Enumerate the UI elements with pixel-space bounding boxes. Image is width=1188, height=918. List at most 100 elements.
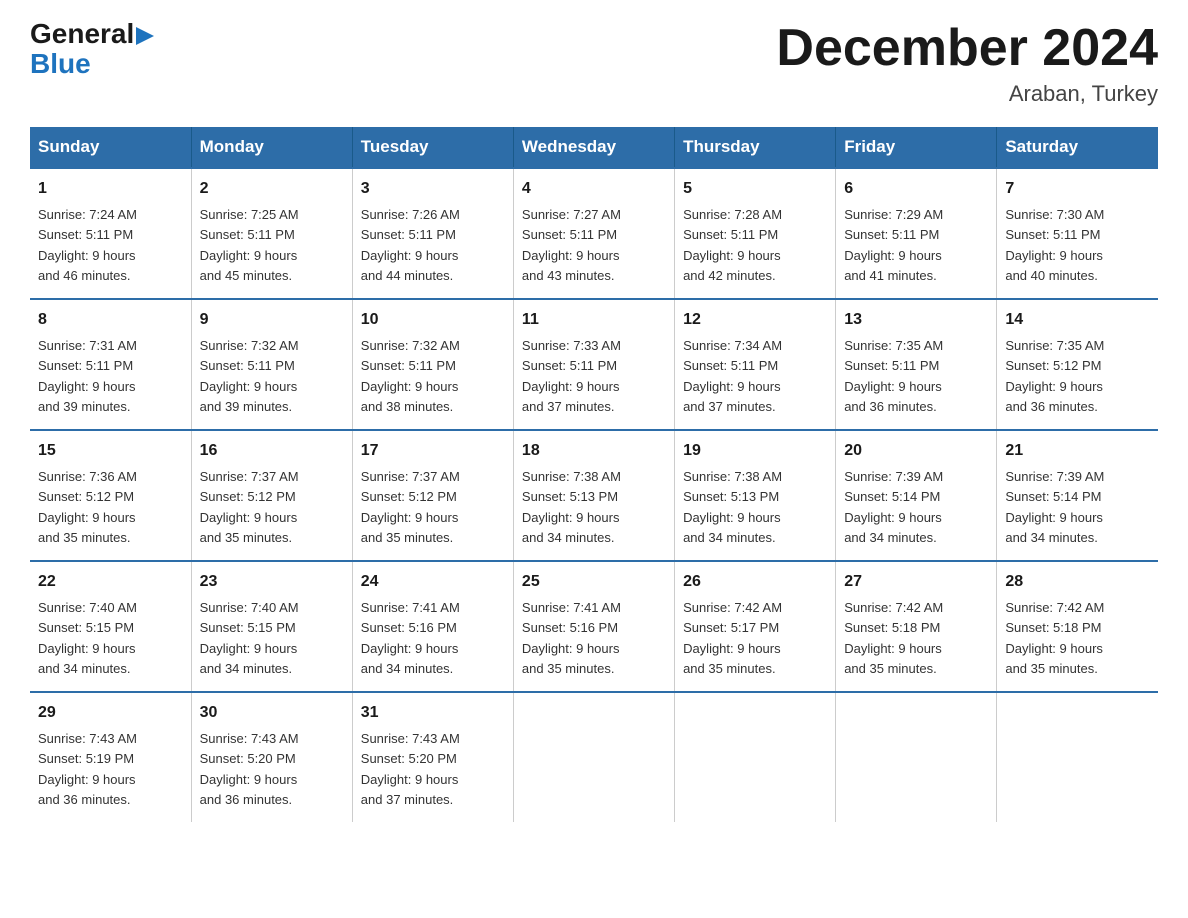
table-row: 30 Sunrise: 7:43 AMSunset: 5:20 PMDaylig… (191, 692, 352, 822)
day-number: 14 (1005, 308, 1150, 332)
table-row: 26 Sunrise: 7:42 AMSunset: 5:17 PMDaylig… (675, 561, 836, 692)
day-number: 17 (361, 439, 505, 463)
table-row: 31 Sunrise: 7:43 AMSunset: 5:20 PMDaylig… (352, 692, 513, 822)
day-number: 3 (361, 177, 505, 201)
table-row: 11 Sunrise: 7:33 AMSunset: 5:11 PMDaylig… (513, 299, 674, 430)
table-row (513, 692, 674, 822)
day-info: Sunrise: 7:42 AMSunset: 5:17 PMDaylight:… (683, 600, 782, 676)
table-row: 25 Sunrise: 7:41 AMSunset: 5:16 PMDaylig… (513, 561, 674, 692)
day-number: 30 (200, 701, 344, 725)
day-info: Sunrise: 7:31 AMSunset: 5:11 PMDaylight:… (38, 338, 137, 414)
day-number: 25 (522, 570, 666, 594)
table-row: 27 Sunrise: 7:42 AMSunset: 5:18 PMDaylig… (836, 561, 997, 692)
col-wednesday: Wednesday (513, 127, 674, 168)
table-row: 23 Sunrise: 7:40 AMSunset: 5:15 PMDaylig… (191, 561, 352, 692)
col-friday: Friday (836, 127, 997, 168)
table-row: 7 Sunrise: 7:30 AMSunset: 5:11 PMDayligh… (997, 168, 1158, 299)
table-row: 21 Sunrise: 7:39 AMSunset: 5:14 PMDaylig… (997, 430, 1158, 561)
table-row: 2 Sunrise: 7:25 AMSunset: 5:11 PMDayligh… (191, 168, 352, 299)
col-tuesday: Tuesday (352, 127, 513, 168)
day-number: 29 (38, 701, 183, 725)
table-row: 28 Sunrise: 7:42 AMSunset: 5:18 PMDaylig… (997, 561, 1158, 692)
day-number: 8 (38, 308, 183, 332)
day-info: Sunrise: 7:43 AMSunset: 5:20 PMDaylight:… (361, 731, 460, 807)
table-row: 12 Sunrise: 7:34 AMSunset: 5:11 PMDaylig… (675, 299, 836, 430)
col-sunday: Sunday (30, 127, 191, 168)
table-row: 13 Sunrise: 7:35 AMSunset: 5:11 PMDaylig… (836, 299, 997, 430)
day-info: Sunrise: 7:43 AMSunset: 5:19 PMDaylight:… (38, 731, 137, 807)
table-row (675, 692, 836, 822)
table-row: 20 Sunrise: 7:39 AMSunset: 5:14 PMDaylig… (836, 430, 997, 561)
table-row: 18 Sunrise: 7:38 AMSunset: 5:13 PMDaylig… (513, 430, 674, 561)
day-number: 31 (361, 701, 505, 725)
day-number: 19 (683, 439, 827, 463)
day-number: 20 (844, 439, 988, 463)
calendar-week-row: 29 Sunrise: 7:43 AMSunset: 5:19 PMDaylig… (30, 692, 1158, 822)
day-info: Sunrise: 7:38 AMSunset: 5:13 PMDaylight:… (683, 469, 782, 545)
table-row: 24 Sunrise: 7:41 AMSunset: 5:16 PMDaylig… (352, 561, 513, 692)
day-info: Sunrise: 7:39 AMSunset: 5:14 PMDaylight:… (1005, 469, 1104, 545)
day-number: 2 (200, 177, 344, 201)
day-number: 28 (1005, 570, 1150, 594)
table-row: 1 Sunrise: 7:24 AMSunset: 5:11 PMDayligh… (30, 168, 191, 299)
table-row (997, 692, 1158, 822)
day-info: Sunrise: 7:34 AMSunset: 5:11 PMDaylight:… (683, 338, 782, 414)
day-info: Sunrise: 7:29 AMSunset: 5:11 PMDaylight:… (844, 207, 943, 283)
table-row: 29 Sunrise: 7:43 AMSunset: 5:19 PMDaylig… (30, 692, 191, 822)
table-row: 9 Sunrise: 7:32 AMSunset: 5:11 PMDayligh… (191, 299, 352, 430)
day-info: Sunrise: 7:37 AMSunset: 5:12 PMDaylight:… (200, 469, 299, 545)
day-number: 21 (1005, 439, 1150, 463)
day-number: 15 (38, 439, 183, 463)
day-number: 16 (200, 439, 344, 463)
day-number: 22 (38, 570, 183, 594)
calendar-week-row: 8 Sunrise: 7:31 AMSunset: 5:11 PMDayligh… (30, 299, 1158, 430)
location-text: Araban, Turkey (776, 81, 1158, 107)
day-info: Sunrise: 7:37 AMSunset: 5:12 PMDaylight:… (361, 469, 460, 545)
title-block: December 2024 Araban, Turkey (776, 20, 1158, 107)
logo-general-text: General (30, 20, 154, 48)
day-number: 1 (38, 177, 183, 201)
day-number: 13 (844, 308, 988, 332)
day-info: Sunrise: 7:32 AMSunset: 5:11 PMDaylight:… (361, 338, 460, 414)
col-thursday: Thursday (675, 127, 836, 168)
day-info: Sunrise: 7:36 AMSunset: 5:12 PMDaylight:… (38, 469, 137, 545)
table-row: 22 Sunrise: 7:40 AMSunset: 5:15 PMDaylig… (30, 561, 191, 692)
day-number: 27 (844, 570, 988, 594)
day-number: 5 (683, 177, 827, 201)
day-number: 23 (200, 570, 344, 594)
table-row: 16 Sunrise: 7:37 AMSunset: 5:12 PMDaylig… (191, 430, 352, 561)
logo: General Blue (30, 20, 154, 80)
day-number: 7 (1005, 177, 1150, 201)
logo-triangle-icon (136, 27, 154, 45)
day-info: Sunrise: 7:42 AMSunset: 5:18 PMDaylight:… (844, 600, 943, 676)
day-info: Sunrise: 7:32 AMSunset: 5:11 PMDaylight:… (200, 338, 299, 414)
day-info: Sunrise: 7:38 AMSunset: 5:13 PMDaylight:… (522, 469, 621, 545)
day-number: 9 (200, 308, 344, 332)
table-row: 5 Sunrise: 7:28 AMSunset: 5:11 PMDayligh… (675, 168, 836, 299)
calendar-week-row: 1 Sunrise: 7:24 AMSunset: 5:11 PMDayligh… (30, 168, 1158, 299)
day-info: Sunrise: 7:35 AMSunset: 5:12 PMDaylight:… (1005, 338, 1104, 414)
table-row: 14 Sunrise: 7:35 AMSunset: 5:12 PMDaylig… (997, 299, 1158, 430)
day-info: Sunrise: 7:30 AMSunset: 5:11 PMDaylight:… (1005, 207, 1104, 283)
day-info: Sunrise: 7:43 AMSunset: 5:20 PMDaylight:… (200, 731, 299, 807)
day-info: Sunrise: 7:26 AMSunset: 5:11 PMDaylight:… (361, 207, 460, 283)
day-info: Sunrise: 7:33 AMSunset: 5:11 PMDaylight:… (522, 338, 621, 414)
table-row: 19 Sunrise: 7:38 AMSunset: 5:13 PMDaylig… (675, 430, 836, 561)
day-number: 10 (361, 308, 505, 332)
day-number: 26 (683, 570, 827, 594)
day-info: Sunrise: 7:40 AMSunset: 5:15 PMDaylight:… (200, 600, 299, 676)
table-row: 8 Sunrise: 7:31 AMSunset: 5:11 PMDayligh… (30, 299, 191, 430)
table-row (836, 692, 997, 822)
day-info: Sunrise: 7:24 AMSunset: 5:11 PMDaylight:… (38, 207, 137, 283)
table-row: 17 Sunrise: 7:37 AMSunset: 5:12 PMDaylig… (352, 430, 513, 561)
table-row: 6 Sunrise: 7:29 AMSunset: 5:11 PMDayligh… (836, 168, 997, 299)
calendar-week-row: 15 Sunrise: 7:36 AMSunset: 5:12 PMDaylig… (30, 430, 1158, 561)
table-row: 10 Sunrise: 7:32 AMSunset: 5:11 PMDaylig… (352, 299, 513, 430)
calendar-table: Sunday Monday Tuesday Wednesday Thursday… (30, 127, 1158, 822)
day-info: Sunrise: 7:27 AMSunset: 5:11 PMDaylight:… (522, 207, 621, 283)
day-number: 6 (844, 177, 988, 201)
day-number: 24 (361, 570, 505, 594)
day-info: Sunrise: 7:25 AMSunset: 5:11 PMDaylight:… (200, 207, 299, 283)
col-saturday: Saturday (997, 127, 1158, 168)
calendar-header-row: Sunday Monday Tuesday Wednesday Thursday… (30, 127, 1158, 168)
